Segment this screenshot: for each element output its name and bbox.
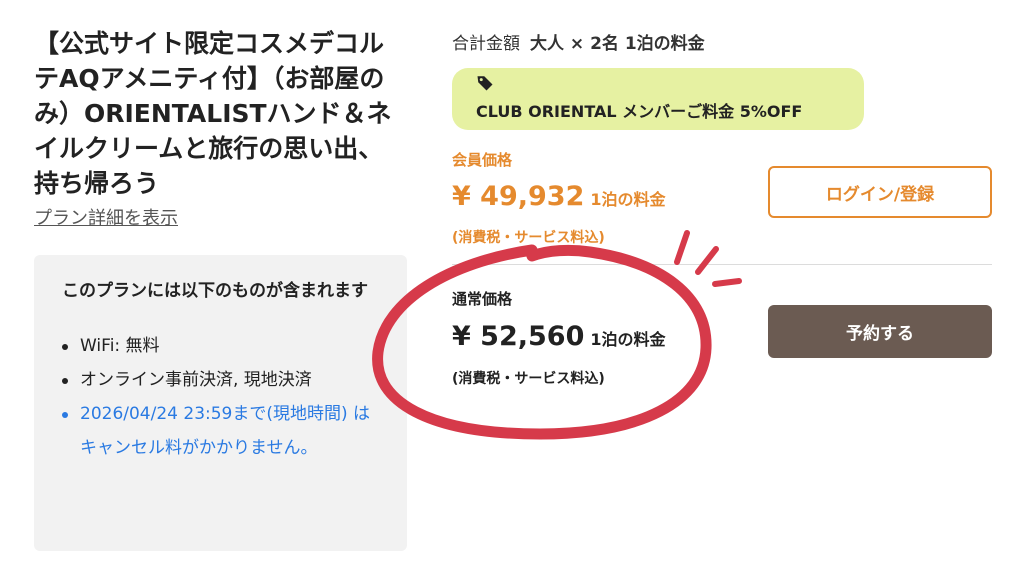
guest-summary: 大人 × 2名 1泊の料金: [530, 34, 705, 54]
regular-price-tax-note: (消費税・サービス料込): [452, 371, 605, 387]
member-price-amount: ¥ 49,932: [452, 181, 585, 212]
include-item-payment: オンライン事前決済, 現地決済: [62, 363, 381, 397]
member-discount-text: CLUB ORIENTAL メンバーご料金 5%OFF: [476, 102, 803, 121]
login-register-button[interactable]: ログイン/登録: [768, 166, 992, 218]
member-price-per-night: 1泊の料金: [590, 190, 666, 209]
member-price-label: 会員価格: [452, 151, 513, 169]
plan-details-link[interactable]: プラン詳細を表示: [34, 204, 178, 230]
reserve-button[interactable]: 予約する: [768, 305, 992, 358]
regular-price: ¥ 52,560 1泊の料金: [452, 321, 666, 352]
regular-price-amount: ¥ 52,560: [452, 321, 585, 352]
includes-heading: このプランには以下のものが含まれます: [62, 281, 368, 301]
tag-icon: [477, 76, 493, 91]
regular-price-label: 通常価格: [452, 290, 513, 308]
plan-title: 【公式サイト限定コスメデコルテAQアメニティ付】（お部屋のみ）ORIENTALI…: [34, 29, 392, 198]
total-label: 合計金額: [452, 34, 520, 54]
price-divider: [452, 264, 992, 265]
plan-includes-panel: このプランには以下のものが含まれます WiFi: 無料 オンライン事前決済, 現…: [34, 255, 407, 551]
include-item-cancellation-policy[interactable]: 2026/04/24 23:59まで(現地時間) はキャンセル料がかかりません。: [62, 397, 381, 465]
emphasis-marks: [674, 230, 742, 287]
total-summary: 合計金額 大人 × 2名 1泊の料金: [452, 29, 705, 54]
member-discount-badge: CLUB ORIENTAL メンバーご料金 5%OFF: [452, 68, 864, 130]
include-item-wifi: WiFi: 無料: [62, 329, 381, 363]
includes-list: WiFi: 無料 オンライン事前決済, 現地決済 2026/04/24 23:5…: [62, 329, 381, 465]
regular-price-per-night: 1泊の料金: [590, 330, 666, 349]
member-price-tax-note: (消費税・サービス料込): [452, 230, 605, 246]
member-price: ¥ 49,932 1泊の料金: [452, 181, 666, 212]
